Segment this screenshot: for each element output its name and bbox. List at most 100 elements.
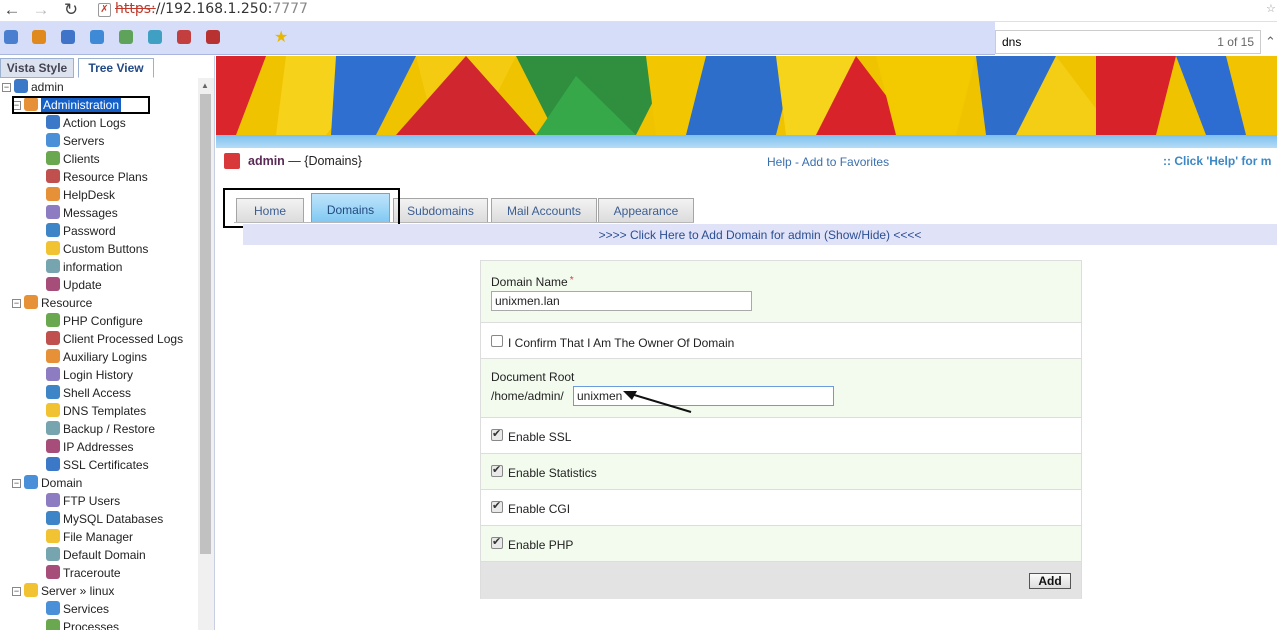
add-domain-form: Domain Name* I Confirm That I Am The Own… [480,260,1082,599]
servers-icon [46,133,60,147]
helpdesk-icon [46,187,60,201]
toolbar-icon-8[interactable] [206,30,220,44]
tree-item-domain[interactable]: Domain [24,475,82,493]
add-domain-toggle[interactable]: >>>> Click Here to Add Domain for admin … [243,224,1277,245]
confirm-owner-checkbox[interactable] [491,335,503,347]
tree-item-label: DNS Templates [63,404,147,418]
collapse-toggle-icon[interactable]: − [12,299,21,308]
toolbar-icon-6[interactable] [148,30,162,44]
required-mark: * [569,275,574,286]
tree-item-label: Clients [63,152,100,166]
enable-cgi-checkbox[interactable] [491,499,503,513]
enable-cgi-label: Enable CGI [508,502,571,516]
tree-item-action-logs[interactable]: Action Logs [46,115,126,133]
tree-item-ftp-users[interactable]: FTP Users [46,493,120,511]
domain-name-label: Domain Name * [491,275,574,289]
toolbar-icon-7[interactable] [177,30,191,44]
arrow-left-icon[interactable]: ← [2,0,22,20]
tree-item-messages[interactable]: Messages [46,205,118,223]
tab-vista-style[interactable]: Vista Style [0,58,74,78]
tree-item-default-domain[interactable]: Default Domain [46,547,146,565]
tree-item-helpdesk[interactable]: HelpDesk [46,187,115,205]
tree-item-traceroute[interactable]: Traceroute [46,565,121,583]
tree-item-resource-plans[interactable]: Resource Plans [46,169,148,187]
tree-item-ssl-certificates[interactable]: SSL Certificates [46,457,149,475]
tab-mail-accounts[interactable]: Mail Accounts [491,198,597,222]
tree-item-update[interactable]: Update [46,277,102,295]
tree-item-dns-templates[interactable]: DNS Templates [46,403,146,421]
tree-item-label: Server » linux [41,584,115,598]
tree-item-resource[interactable]: Resource [24,295,92,313]
toolbar-icon-4[interactable] [90,30,104,44]
page-title-separator: — [284,154,305,168]
url-port: 7777 [272,1,308,17]
arrow-right-icon[interactable]: → [31,0,51,20]
tree-item-label: Update [63,278,102,292]
tree-item-custom-buttons[interactable]: Custom Buttons [46,241,148,259]
star-icon[interactable]: ☆ [1266,2,1276,15]
tree-item-file-manager[interactable]: File Manager [46,529,133,547]
add-to-favorites-link[interactable]: Add to Favorites [802,155,889,169]
tree-item-services[interactable]: Services [46,601,109,619]
tree-item-label: IP Addresses [63,440,134,454]
address-bar[interactable]: https://192.168.1.250:7777 [115,0,308,20]
domain-name-input[interactable] [491,291,752,311]
header-link-separator: - [791,155,802,169]
tree-item-label: Custom Buttons [63,242,149,256]
tree-item-php-configure[interactable]: PHP Configure [46,313,143,331]
tab-appearance[interactable]: Appearance [598,198,694,222]
tab-tree-view[interactable]: Tree View [78,58,154,78]
domain-icon [24,475,38,489]
tree-item-label: SSL Certificates [63,458,149,472]
auxiliary-logins-icon [46,349,60,363]
tree-item-label: Traceroute [63,566,121,580]
shell-access-icon [46,385,60,399]
dns-templates-icon [46,403,60,417]
scrollbar-thumb[interactable] [200,94,211,554]
toolbar-icon-3[interactable] [61,30,75,44]
sidebar-scrollbar[interactable]: ▲ [198,78,214,630]
tab-subdomains[interactable]: Subdomains [393,198,488,222]
find-up-icon[interactable]: ⌃ [1265,34,1277,50]
tree-item-shell-access[interactable]: Shell Access [46,385,131,403]
find-match-count: 1 of 15 [1217,35,1254,49]
tree-item-login-history[interactable]: Login History [46,367,133,385]
tree-item-mysql-databases[interactable]: MySQL Databases [46,511,163,529]
enable-php-checkbox[interactable] [491,535,503,549]
add-button[interactable]: Add [1029,573,1071,589]
insecure-lock-icon[interactable]: ✗ [98,3,111,17]
tree-item-server[interactable]: Server » linux [24,583,114,601]
tree-item-client-processed-logs[interactable]: Client Processed Logs [46,331,183,349]
enable-statistics-checkbox[interactable] [491,463,503,477]
collapse-toggle-icon[interactable]: − [12,479,21,488]
root-icon [14,79,28,93]
tree-item-information[interactable]: information [46,259,122,277]
tree-item-label: information [63,260,123,274]
toolbar-icon-5[interactable] [119,30,133,44]
header-links: Help - Add to Favorites [767,155,889,169]
toolbar-icon-2[interactable] [32,30,46,44]
tree-item-label: Resource Plans [63,170,148,184]
tree-item-backup-restore[interactable]: Backup / Restore [46,421,155,439]
toolbar-icon-1[interactable] [4,30,18,44]
enable-ssl-checkbox[interactable] [491,427,503,441]
browser-bar: ← → ↻ ✗ https://192.168.1.250:7777 ☆ [0,0,1277,22]
collapse-toggle-icon[interactable]: − [2,83,11,92]
tree-item-clients[interactable]: Clients [46,151,100,169]
document-root-input[interactable] [573,386,834,406]
favorite-star-icon[interactable]: ★ [274,27,288,47]
scroll-up-icon[interactable]: ▲ [201,81,209,90]
tree-item-auxiliary-logins[interactable]: Auxiliary Logins [46,349,147,367]
file-manager-icon [46,529,60,543]
tree-item-root[interactable]: admin [14,79,64,97]
find-input[interactable] [1002,35,1162,49]
tree-item-processes[interactable]: Processes [46,619,119,630]
help-link[interactable]: Help [767,155,792,169]
tree-item-servers[interactable]: Servers [46,133,104,151]
reload-icon[interactable]: ↻ [61,0,81,20]
traceroute-icon [46,565,60,579]
collapse-toggle-icon[interactable]: − [12,587,21,596]
tree-item-password[interactable]: Password [46,223,116,241]
tree-item-ip-addresses[interactable]: IP Addresses [46,439,134,457]
tree-item-label: File Manager [63,530,134,544]
